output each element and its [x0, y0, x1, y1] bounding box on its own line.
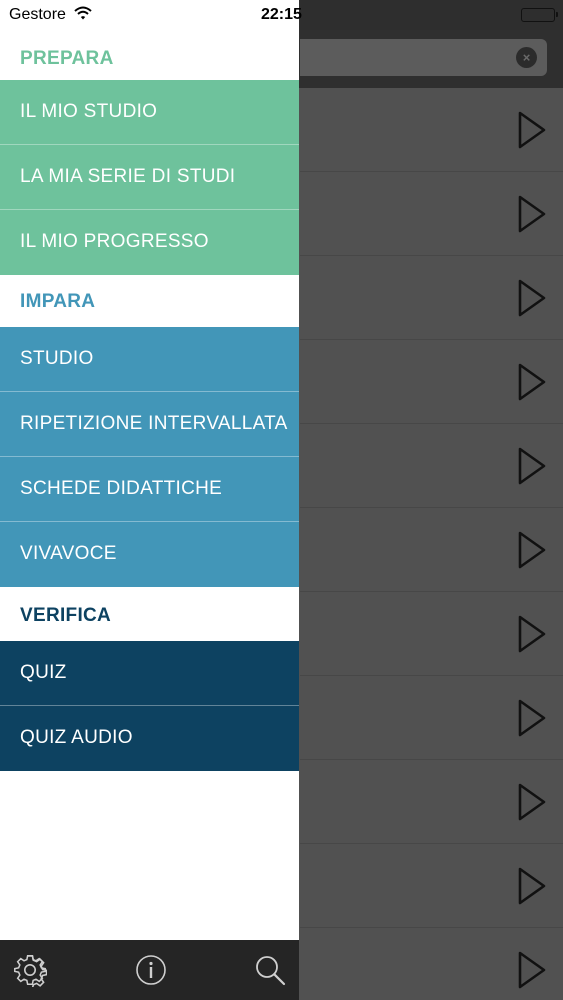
- section-title-impara: IMPARA: [20, 291, 96, 312]
- side-menu: Gestore 22:15 PREPARA IL MIO STUDIO LA M…: [0, 0, 302, 1000]
- list-item[interactable]: [300, 508, 563, 592]
- menu-item-quiz[interactable]: QUIZ: [0, 641, 299, 706]
- play-icon[interactable]: [516, 614, 548, 654]
- play-icon[interactable]: [516, 362, 548, 402]
- section-title-prepara: PREPARA: [20, 48, 114, 69]
- carrier-label: Gestore: [9, 6, 66, 23]
- play-icon[interactable]: [516, 446, 548, 486]
- menu-item-vivavoce[interactable]: VIVAVOCE: [0, 522, 299, 587]
- menu-item-schede-didattiche[interactable]: SCHEDE DIDATTICHE: [0, 457, 299, 522]
- bottom-toolbar: [0, 940, 299, 1000]
- list-item[interactable]: [300, 340, 563, 424]
- list-item[interactable]: [300, 592, 563, 676]
- background-list: [300, 88, 563, 1000]
- gear-icon[interactable]: [13, 953, 48, 989]
- play-icon[interactable]: [516, 950, 548, 990]
- clock: 22:15: [261, 6, 302, 23]
- play-icon[interactable]: [516, 866, 548, 906]
- background-search-field[interactable]: [300, 39, 547, 76]
- section-impara: IMPARA STUDIO RIPETIZIONE INTERVALLATA S…: [0, 275, 299, 587]
- play-icon[interactable]: [516, 194, 548, 234]
- menu-item-studio[interactable]: STUDIO: [0, 327, 299, 392]
- menu-item-il-mio-progresso[interactable]: IL MIO PROGRESSO: [0, 210, 299, 275]
- play-icon[interactable]: [516, 698, 548, 738]
- play-icon[interactable]: [516, 782, 548, 822]
- battery-icon: [521, 8, 558, 22]
- menu-item-ripetizione-intervallata[interactable]: RIPETIZIONE INTERVALLATA: [0, 392, 299, 457]
- list-item[interactable]: [300, 424, 563, 508]
- play-icon[interactable]: [516, 278, 548, 318]
- info-icon[interactable]: [134, 953, 168, 987]
- menu-item-il-mio-studio[interactable]: IL MIO STUDIO: [0, 80, 299, 145]
- list-item[interactable]: [300, 88, 563, 172]
- section-verifica: VERIFICA QUIZ QUIZ AUDIO: [0, 589, 299, 771]
- section-prepara: PREPARA IL MIO STUDIO LA MIA SERIE DI ST…: [0, 30, 299, 275]
- list-item[interactable]: [300, 676, 563, 760]
- menu-item-la-mia-serie-di-studi[interactable]: LA MIA SERIE DI STUDI: [0, 145, 299, 210]
- clear-icon[interactable]: ×: [516, 47, 537, 68]
- list-item[interactable]: [300, 760, 563, 844]
- play-icon[interactable]: [516, 530, 548, 570]
- list-item[interactable]: [300, 844, 563, 928]
- section-title-verifica: VERIFICA: [20, 605, 112, 626]
- search-icon[interactable]: [253, 953, 287, 987]
- wifi-icon: [74, 6, 92, 25]
- list-item[interactable]: [300, 928, 563, 1000]
- list-item[interactable]: [300, 172, 563, 256]
- list-item[interactable]: [300, 256, 563, 340]
- status-bar: Gestore 22:15: [0, 0, 302, 30]
- play-icon[interactable]: [516, 110, 548, 150]
- menu-item-quiz-audio[interactable]: QUIZ AUDIO: [0, 706, 299, 771]
